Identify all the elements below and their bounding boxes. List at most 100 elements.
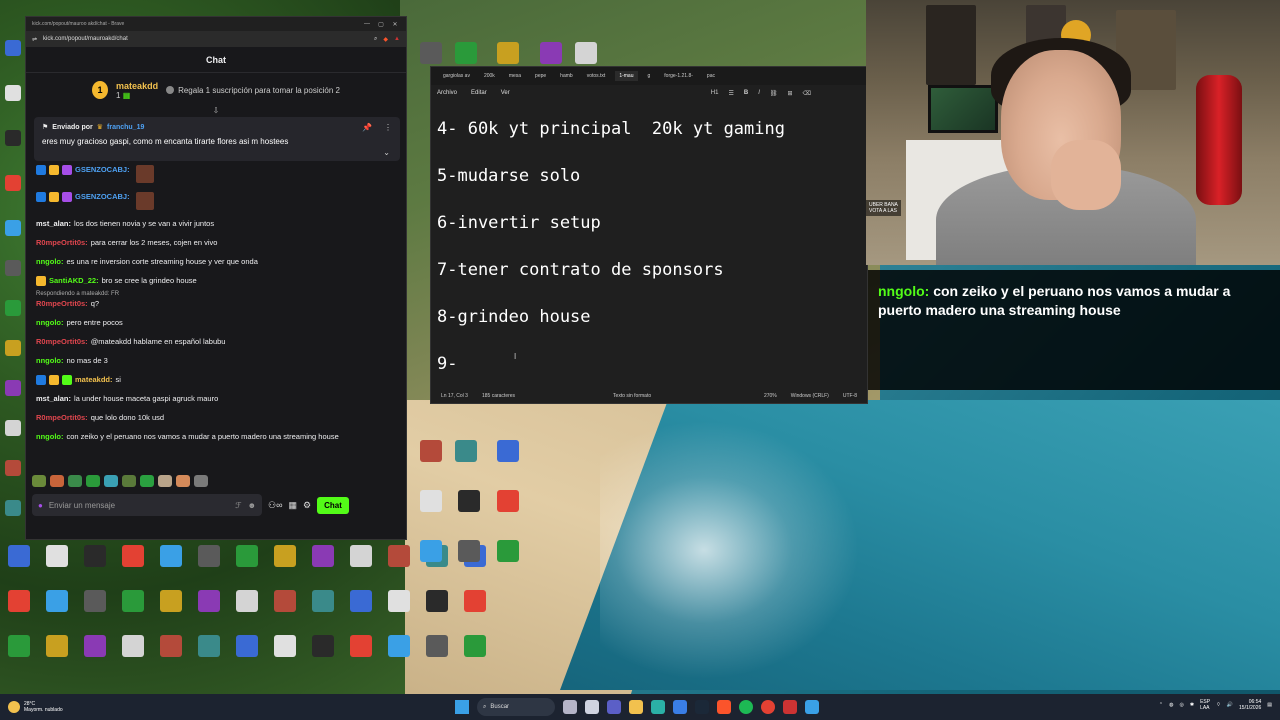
desktop-shortcut-icon[interactable] (274, 635, 296, 657)
menu-archivo[interactable]: Archivo (437, 90, 457, 96)
desktop-shortcut-icon[interactable] (5, 460, 21, 476)
more-options-icon[interactable]: ⋮ (384, 123, 392, 132)
chat-username[interactable]: R0mpeOrtit0s: (36, 413, 88, 423)
chat-username[interactable]: R0mpeOrtit0s: (36, 299, 88, 309)
desktop-shortcut-icon[interactable] (388, 545, 410, 567)
desktop-shortcut-icon[interactable] (497, 490, 519, 512)
desktop-shortcut-icon[interactable] (5, 260, 21, 276)
notepad-line[interactable]: 9- (437, 354, 861, 385)
chat-username[interactable]: mst_alan: (36, 219, 71, 229)
desktop-shortcut-icon[interactable] (5, 420, 21, 436)
notification-icon[interactable]: ▤ (1267, 702, 1272, 708)
desktop-shortcut-icon[interactable] (198, 590, 220, 612)
notepad-tab[interactable]: forge-1.21.8- (660, 71, 697, 81)
notepad-tab[interactable]: g (644, 71, 655, 81)
taskbar-search[interactable]: ⌕ Buscar (477, 698, 555, 716)
desktop-shortcut-icon[interactable] (312, 590, 334, 612)
notepad-line[interactable]: 6-invertir setup (437, 213, 861, 260)
italic-button[interactable]: I (758, 90, 760, 97)
windows-start-icon[interactable] (455, 700, 469, 714)
emote-icon[interactable] (176, 475, 190, 487)
points-icon[interactable]: ⚇∞ (268, 500, 282, 511)
desktop-shortcut-icon[interactable] (458, 490, 480, 512)
desktop-shortcut-icon[interactable] (84, 590, 106, 612)
desktop-shortcut-icon[interactable] (274, 545, 296, 567)
emote-icon[interactable] (194, 475, 208, 487)
desktop-shortcut-icon[interactable] (350, 545, 372, 567)
heading-button[interactable]: H1 (711, 90, 719, 97)
notepad-tab[interactable]: pepe (531, 71, 550, 81)
desktop-shortcut-icon[interactable] (8, 590, 30, 612)
list-icon[interactable]: ☰ (728, 90, 733, 97)
notepad-line[interactable]: 5-mudarse solo (437, 166, 861, 213)
rewards-icon[interactable]: ▲ (394, 36, 400, 42)
desktop-shortcut-icon[interactable] (426, 635, 448, 657)
desktop-shortcut-icon[interactable] (8, 635, 30, 657)
collapse-icon[interactable]: ⇩ (26, 107, 406, 117)
chat-username[interactable]: R0mpeOrtit0s: (36, 238, 88, 248)
emoji-icon[interactable]: ☻ (248, 501, 256, 510)
desktop-shortcut-icon[interactable] (122, 545, 144, 567)
desktop-shortcut-icon[interactable] (388, 590, 410, 612)
desktop-shortcut-icon[interactable] (388, 635, 410, 657)
file-explorer-icon[interactable] (629, 700, 643, 714)
desktop-shortcut-icon[interactable] (455, 42, 477, 64)
emote-icon[interactable] (158, 475, 172, 487)
teams-icon[interactable] (607, 700, 621, 714)
chat-username[interactable]: mst_alan: (36, 394, 71, 404)
clock[interactable]: 06:54 15/1/2026 (1239, 699, 1261, 711)
steam-icon[interactable] (695, 700, 709, 714)
desktop-shortcut-icon[interactable] (160, 590, 182, 612)
store-icon[interactable]: ▦ (288, 500, 297, 511)
desktop-shortcut-icon[interactable] (540, 42, 562, 64)
desktop-shortcut-icon[interactable] (5, 300, 21, 316)
chat-username[interactable]: GSENZOCABJ: (75, 192, 130, 202)
emote-icon[interactable] (140, 475, 154, 487)
volume-icon[interactable]: 🔊 (1227, 702, 1233, 708)
desktop-shortcut-icon[interactable] (458, 540, 480, 562)
notepad-line[interactable]: 4- 60k yt principal 20k yt gaming (437, 119, 861, 166)
desktop-shortcut-icon[interactable] (497, 540, 519, 562)
desktop-shortcut-icon[interactable] (5, 40, 21, 56)
bluetooth-icon[interactable]: ✱ (1190, 702, 1194, 708)
desktop-shortcut-icon[interactable] (426, 590, 448, 612)
maximize-icon[interactable]: ▢ (376, 21, 386, 28)
emote-icon[interactable] (32, 475, 46, 487)
chat-username[interactable]: GSENZOCABJ: (75, 165, 130, 175)
spotify-icon[interactable] (739, 700, 753, 714)
desktop-shortcut-icon[interactable] (420, 490, 442, 512)
bold-button[interactable]: B (744, 90, 748, 97)
chat-username[interactable]: nngolo: (36, 356, 64, 366)
tray-app-icon[interactable]: ◍ (1169, 702, 1173, 708)
chat-username[interactable]: nngolo: (36, 318, 64, 328)
desktop-shortcut-icon[interactable] (46, 590, 68, 612)
desktop-shortcut-icon[interactable] (350, 635, 372, 657)
command-icon[interactable]: ℱ (235, 501, 241, 510)
site-info-icon[interactable]: ⇌ (32, 36, 37, 43)
desktop-shortcut-icon[interactable] (420, 540, 442, 562)
desktop-shortcut-icon[interactable] (312, 635, 334, 657)
emote-icon[interactable] (86, 475, 100, 487)
address-bar[interactable]: ⇌ kick.com/popout/mauroakd/chat ⌕ ◆ ▲ (26, 31, 406, 47)
desktop-shortcut-icon[interactable] (274, 590, 296, 612)
notepad-tab[interactable]: votos.txt (583, 71, 610, 81)
desktop-shortcut-icon[interactable] (464, 635, 486, 657)
desktop-shortcut-icon[interactable] (312, 545, 334, 567)
desktop-shortcut-icon[interactable] (575, 42, 597, 64)
desktop-shortcut-icon[interactable] (420, 42, 442, 64)
notepad-line[interactable]: 8-grindeo house (437, 307, 861, 354)
store-app-icon[interactable] (673, 700, 687, 714)
chat-username[interactable]: R0mpeOrtit0s: (36, 337, 88, 347)
desktop-shortcut-icon[interactable] (5, 340, 21, 356)
notepad-tab[interactable]: pac (703, 71, 719, 81)
tray-app-icon[interactable]: ◎ (1179, 702, 1183, 708)
pinned-user[interactable]: franchu_19 (107, 124, 144, 131)
notepad-tab[interactable]: hamb (556, 71, 577, 81)
desktop-shortcut-icon[interactable] (5, 220, 21, 236)
desktop-shortcut-icon[interactable] (122, 590, 144, 612)
chrome-icon[interactable] (761, 700, 775, 714)
table-icon[interactable]: ⊞ (787, 90, 792, 97)
desktop-shortcut-icon[interactable] (5, 85, 21, 101)
edge-icon[interactable] (651, 700, 665, 714)
chat-send-button[interactable]: Chat (317, 496, 349, 514)
